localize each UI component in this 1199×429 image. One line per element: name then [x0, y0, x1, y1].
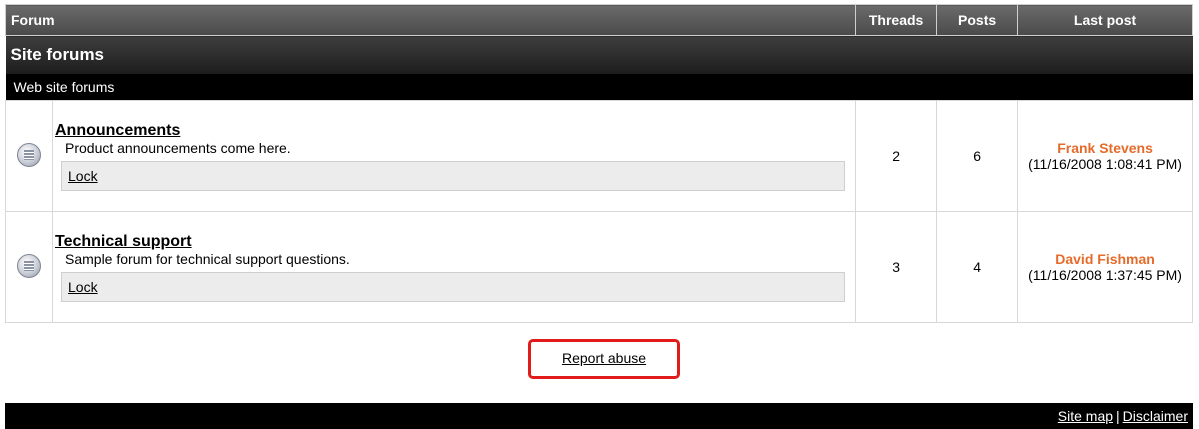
column-header-posts: Posts [936, 4, 1019, 36]
forum-group-description: Web site forums [5, 74, 1193, 101]
report-abuse-highlight: Report abuse [528, 339, 680, 379]
forum-icon-cell [5, 100, 53, 212]
forum-title-link[interactable]: Announcements [55, 122, 855, 140]
forum-group-title: Site forums [5, 35, 1193, 74]
last-post-time: (11/16/2008 1:08:41 PM) [1028, 156, 1182, 172]
forum-description: Sample forum for technical support quest… [65, 250, 350, 267]
forum-last-post: Frank Stevens (11/16/2008 1:08:41 PM) [1017, 100, 1193, 212]
forum-info-cell: Technical support Sample forum for techn… [51, 211, 857, 323]
lock-panel: Lock [61, 271, 846, 302]
forum-last-post: David Fishman (11/16/2008 1:37:45 PM) [1017, 211, 1193, 323]
forum-icon [17, 142, 41, 167]
column-header-last-post: Last post [1017, 4, 1193, 36]
forum-title-link[interactable]: Technical support [55, 233, 855, 251]
forum-info-cell: Announcements Product announcements come… [51, 100, 857, 212]
forum-icon [17, 253, 41, 278]
lock-link[interactable]: Lock [68, 279, 98, 295]
last-post-author[interactable]: Frank Stevens [1018, 140, 1192, 156]
forum-table: Forum Threads Posts Last post Site forum… [4, 4, 1193, 323]
lock-panel: Lock [61, 160, 846, 191]
disclaimer-link[interactable]: Disclaimer [1123, 408, 1188, 424]
forum-row: Announcements Product announcements come… [5, 100, 1193, 212]
footer: Site map | Disclaimer [5, 403, 1193, 429]
forum-row: Technical support Sample forum for techn… [5, 211, 1193, 323]
footer-links: Site map | Disclaimer [5, 403, 1193, 429]
forum-posts-count: 6 [936, 100, 1019, 212]
forum-threads-count: 2 [855, 100, 938, 212]
forum-group-description-row: Web site forums [5, 74, 1193, 101]
forum-group-header: Site forums [5, 35, 1193, 74]
table-header: Forum Threads Posts Last post [4, 4, 1193, 36]
forum-icon-cell [5, 211, 53, 323]
last-post-time: (11/16/2008 1:37:45 PM) [1028, 267, 1182, 283]
column-header-forum: Forum [4, 4, 857, 36]
report-abuse-link[interactable]: Report abuse [562, 350, 646, 366]
forum-description: Product announcements come here. [65, 139, 291, 156]
footer-separator: | [1116, 408, 1120, 424]
forum-threads-count: 3 [855, 211, 938, 323]
last-post-author[interactable]: David Fishman [1018, 251, 1192, 267]
column-header-threads: Threads [855, 4, 938, 36]
forum-posts-count: 4 [936, 211, 1019, 323]
lock-link[interactable]: Lock [68, 168, 98, 184]
site-map-link[interactable]: Site map [1058, 408, 1113, 424]
